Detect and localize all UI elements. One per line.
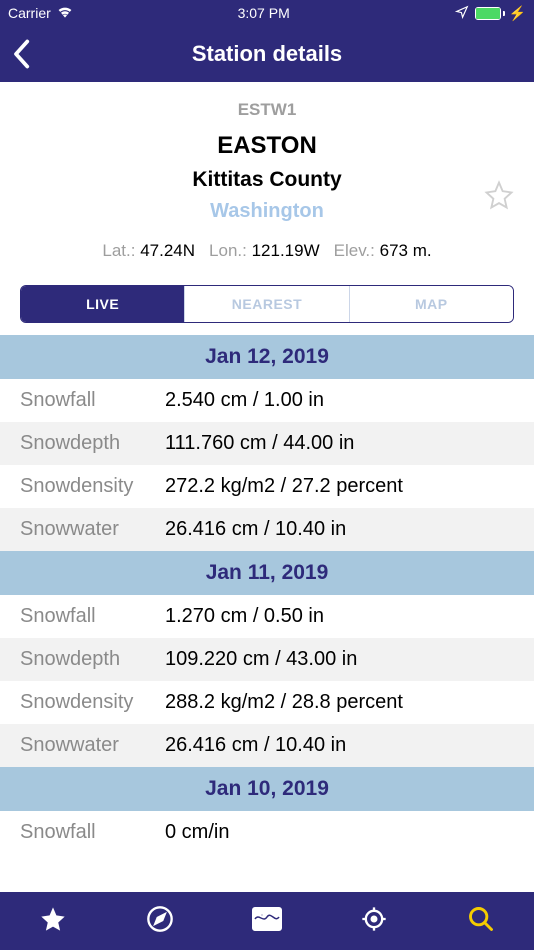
station-id: ESTW1 [20, 100, 514, 120]
data-label: Snowwater [20, 734, 165, 757]
data-row: Snowfall0 cm/in [0, 811, 534, 854]
data-value: 111.760 cm / 44.00 in [165, 432, 354, 455]
segment-live[interactable]: LIVE [21, 286, 184, 322]
star-icon [39, 905, 67, 938]
data-row: Snowwater26.416 cm / 10.40 in [0, 724, 534, 767]
tab-map[interactable] [214, 907, 321, 936]
segment-control: LIVE NEAREST MAP [20, 285, 514, 323]
station-county: Kittitas County [20, 168, 514, 192]
station-name: EASTON [20, 132, 514, 160]
tab-locate[interactable] [320, 905, 427, 938]
elev-value: 673 m. [380, 241, 432, 260]
data-value: 2.540 cm / 1.00 in [165, 389, 324, 412]
lon-label: Lon.: [209, 241, 247, 260]
carrier-label: Carrier [8, 5, 51, 21]
data-label: Snowfall [20, 605, 165, 628]
data-value: 26.416 cm / 10.40 in [165, 518, 346, 541]
date-header: Jan 11, 2019 [0, 551, 534, 595]
station-state: Washington [20, 200, 514, 223]
data-label: Snowdensity [20, 691, 165, 714]
date-header: Jan 12, 2019 [0, 335, 534, 379]
data-label: Snowfall [20, 821, 165, 844]
data-value: 0 cm/in [165, 821, 229, 844]
segment-nearest[interactable]: NEAREST [184, 286, 348, 322]
data-value: 109.220 cm / 43.00 in [165, 648, 357, 671]
data-row: Snowwater26.416 cm / 10.40 in [0, 508, 534, 551]
status-bar: Carrier 3:07 PM ⚡ [0, 0, 534, 26]
location-services-icon [455, 5, 469, 22]
wifi-icon [57, 5, 73, 22]
data-label: Snowdepth [20, 648, 165, 671]
lon-value: 121.19W [252, 241, 320, 260]
data-value: 272.2 kg/m2 / 27.2 percent [165, 475, 403, 498]
data-row: Snowdepth109.220 cm / 43.00 in [0, 638, 534, 681]
tab-search[interactable] [427, 905, 534, 938]
data-row: Snowfall1.270 cm / 0.50 in [0, 595, 534, 638]
data-label: Snowfall [20, 389, 165, 412]
page-title: Station details [192, 41, 342, 67]
data-row: Snowdepth111.760 cm / 44.00 in [0, 422, 534, 465]
status-time: 3:07 PM [238, 5, 290, 21]
data-value: 1.270 cm / 0.50 in [165, 605, 324, 628]
back-button[interactable] [10, 39, 32, 69]
status-right: ⚡ [455, 5, 526, 22]
data-label: Snowdensity [20, 475, 165, 498]
coordinates: Lat.: 47.24N Lon.: 121.19W Elev.: 673 m. [20, 241, 514, 261]
battery-icon: ⚡ [475, 5, 526, 22]
data-row: Snowdensity288.2 kg/m2 / 28.8 percent [0, 681, 534, 724]
status-left: Carrier [8, 5, 73, 22]
data-label: Snowdepth [20, 432, 165, 455]
data-value: 26.416 cm / 10.40 in [165, 734, 346, 757]
compass-icon [146, 905, 174, 938]
tab-compass[interactable] [107, 905, 214, 938]
favorite-button[interactable] [484, 180, 514, 215]
map-icon [252, 907, 282, 936]
data-label: Snowwater [20, 518, 165, 541]
elev-label: Elev.: [334, 241, 375, 260]
data-value: 288.2 kg/m2 / 28.8 percent [165, 691, 403, 714]
data-list: Jan 12, 2019 Snowfall2.540 cm / 1.00 in … [0, 335, 534, 854]
station-header: ESTW1 EASTON Kittitas County Washington … [0, 82, 534, 285]
data-row: Snowfall2.540 cm / 1.00 in [0, 379, 534, 422]
search-icon [467, 905, 495, 938]
nav-bar: Station details [0, 26, 534, 82]
locate-icon [360, 905, 388, 938]
lat-value: 47.24N [140, 241, 195, 260]
segment-map[interactable]: MAP [349, 286, 513, 322]
tab-bar [0, 892, 534, 950]
date-header: Jan 10, 2019 [0, 767, 534, 811]
data-row: Snowdensity272.2 kg/m2 / 27.2 percent [0, 465, 534, 508]
lat-label: Lat.: [102, 241, 135, 260]
tab-favorites[interactable] [0, 905, 107, 938]
